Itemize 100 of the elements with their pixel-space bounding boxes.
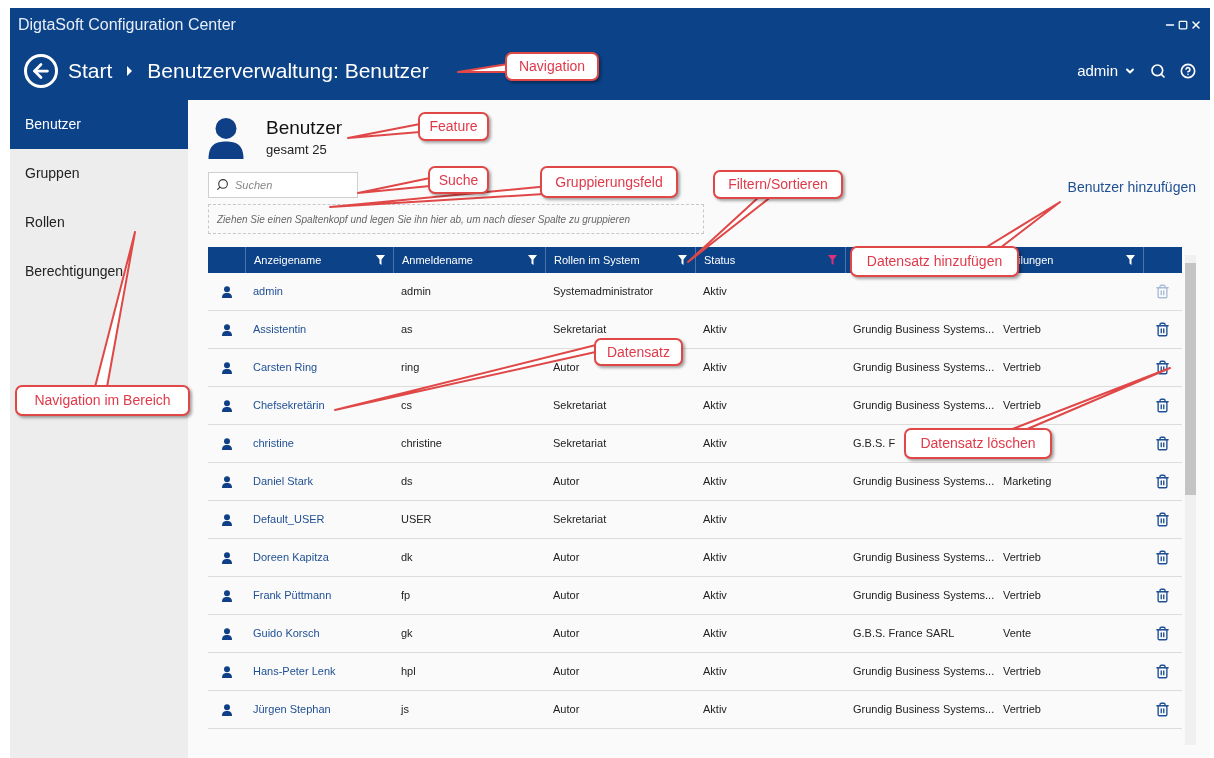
- table-cell: Grundig Business Systems...: [853, 589, 995, 602]
- table-cell: Sekretariat: [553, 513, 607, 526]
- user-name-link[interactable]: Daniel Stark: [253, 475, 313, 488]
- table-cell: Aktiv: [703, 285, 727, 298]
- feature-count: gesamt 25: [266, 141, 328, 160]
- table-row[interactable]: Guido Korsch gk Autor Aktiv G.B.S. France SARL Vente: [208, 615, 1182, 653]
- delete-icon[interactable]: [1155, 702, 1170, 717]
- table-cell: cs: [401, 399, 412, 412]
- table-cell: Autor: [553, 551, 580, 564]
- table-cell: Autor: [553, 703, 580, 716]
- table-cell: Vertrieb: [1003, 361, 1041, 374]
- table-row[interactable]: Hans-Peter Lenk hpl Autor Aktiv Grundig Business Systems... Vertrieb: [208, 653, 1182, 691]
- table-cell: Grundig Business Systems...: [853, 703, 995, 716]
- annotation-callout: Feature: [418, 112, 489, 141]
- user-icon: [221, 475, 232, 488]
- delete-icon[interactable]: [1155, 474, 1170, 489]
- user-name-link[interactable]: Assistentin: [253, 323, 307, 336]
- table-cell: Autor: [553, 475, 580, 488]
- user-menu[interactable]: admin: [1077, 59, 1136, 83]
- user-icon: [221, 361, 232, 374]
- delete-icon[interactable]: [1155, 436, 1170, 451]
- user-name-link[interactable]: Chefsekretärin: [253, 399, 325, 412]
- table-cell: fp: [401, 589, 411, 602]
- filter-icon[interactable]: [1126, 255, 1135, 265]
- sidebar-item[interactable]: Berechtigungen: [10, 247, 188, 296]
- maximize-icon[interactable]: [1178, 20, 1188, 30]
- annotation-callout: Datensatz löschen: [904, 428, 1052, 459]
- breadcrumb-item: Benutzerverwaltung: Benutzer: [147, 58, 429, 85]
- annotation-callout: Filtern/Sortieren: [713, 170, 843, 199]
- table-cell: gk: [401, 627, 413, 640]
- user-icon: [221, 665, 232, 678]
- user-icon: [221, 551, 232, 564]
- table-cell: Systemadministrator: [553, 285, 654, 298]
- sidebar-item[interactable]: Gruppen: [10, 149, 188, 198]
- table-row[interactable]: Daniel Stark ds Autor Aktiv Grundig Business Systems... Marketing: [208, 463, 1182, 501]
- table-cell: Autor: [553, 589, 580, 602]
- user-name-link[interactable]: Default_USER: [253, 513, 325, 526]
- table-cell: Sekretariat: [553, 399, 607, 412]
- search-icon[interactable]: [1150, 63, 1166, 79]
- annotation-callout: Datensatz: [594, 338, 683, 366]
- annotation-callout: Datensatz hinzufügen: [850, 246, 1019, 277]
- add-user-link[interactable]: Benutzer hinzufügen: [1067, 177, 1196, 198]
- column-header[interactable]: Anzeigename: [254, 251, 322, 269]
- delete-icon[interactable]: [1155, 512, 1170, 527]
- delete-icon[interactable]: [1155, 398, 1170, 413]
- help-icon[interactable]: [1180, 63, 1196, 79]
- sidebar-item[interactable]: Rollen: [10, 198, 188, 247]
- user-icon: [208, 117, 244, 159]
- table-row[interactable]: Frank Püttmann fp Autor Aktiv Grundig Business Systems... Vertrieb: [208, 577, 1182, 615]
- breadcrumb-item[interactable]: Start: [68, 55, 113, 87]
- table-cell: Aktiv: [703, 703, 727, 716]
- user-name-link[interactable]: Frank Püttmann: [253, 589, 332, 602]
- back-button[interactable]: [24, 54, 58, 88]
- table-row[interactable]: Jürgen Stephan js Autor Aktiv Grundig Business Systems... Vertrieb: [208, 691, 1182, 729]
- user-name-link[interactable]: Jürgen Stephan: [253, 703, 331, 716]
- user-icon: [221, 285, 232, 298]
- column-header[interactable]: ilungen: [1018, 251, 1054, 269]
- delete-icon[interactable]: [1155, 322, 1170, 337]
- table-cell: Marketing: [1003, 475, 1052, 488]
- sidebar-item[interactable]: Benutzer: [10, 100, 188, 149]
- filter-icon[interactable]: [528, 255, 537, 265]
- table-cell: ds: [401, 475, 413, 488]
- delete-icon[interactable]: [1155, 550, 1170, 565]
- table-cell: Aktiv: [703, 361, 727, 374]
- user-icon: [221, 399, 232, 412]
- delete-icon[interactable]: [1155, 626, 1170, 641]
- user-icon: [221, 513, 232, 526]
- feature-title: Benutzer: [266, 116, 343, 141]
- table-row[interactable]: Default_USER USER Sekretariat Aktiv: [208, 501, 1182, 539]
- table-cell: Autor: [553, 665, 580, 678]
- table-cell: Vertrieb: [1003, 703, 1041, 716]
- table-cell: Aktiv: [703, 665, 727, 678]
- user-name-link[interactable]: Hans-Peter Lenk: [253, 665, 336, 678]
- table-cell: Vertrieb: [1003, 399, 1041, 412]
- table-cell: js: [401, 703, 409, 716]
- filter-icon[interactable]: [376, 255, 385, 265]
- annotation-callout: Suche: [428, 166, 489, 194]
- table-cell: Grundig Business Systems...: [853, 399, 995, 412]
- table-row[interactable]: Doreen Kapitza dk Autor Aktiv Grundig Business Systems... Vertrieb: [208, 539, 1182, 577]
- user-name-link[interactable]: Doreen Kapitza: [253, 551, 329, 564]
- table-cell: Grundig Business Systems...: [853, 323, 995, 336]
- column-header[interactable]: Anmeldename: [402, 251, 473, 269]
- scrollbar[interactable]: [1185, 255, 1196, 745]
- delete-icon[interactable]: [1155, 588, 1170, 603]
- table-cell: G.B.S. France SARL: [853, 627, 955, 640]
- table-cell: Vertrieb: [1003, 551, 1041, 564]
- column-header[interactable]: Rollen im System: [554, 251, 640, 269]
- user-name-link[interactable]: christine: [253, 437, 294, 450]
- table-cell: Sekretariat: [553, 437, 607, 450]
- user-name-link[interactable]: Carsten Ring: [253, 361, 318, 374]
- column-header[interactable]: Status: [704, 251, 736, 269]
- close-icon[interactable]: [1190, 19, 1202, 31]
- delete-icon[interactable]: [1155, 664, 1170, 679]
- table-cell: admin: [401, 285, 431, 298]
- table-cell: Aktiv: [703, 589, 727, 602]
- user-name-link[interactable]: admin: [253, 285, 283, 298]
- user-name-link[interactable]: Guido Korsch: [253, 627, 320, 640]
- table-cell: christine: [401, 437, 442, 450]
- table-cell: Grundig Business Systems...: [853, 475, 995, 488]
- table-cell: Aktiv: [703, 513, 727, 526]
